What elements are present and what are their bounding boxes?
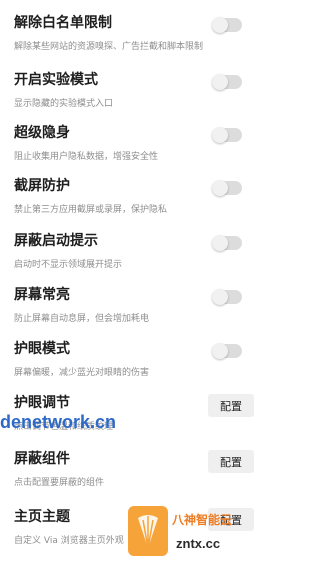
setting-title: 护眼调节 [14,395,70,411]
toggle-knob [212,343,228,359]
watermark-text-left: denetwork.cn [0,412,117,432]
setting-title: 超级隐身 [14,125,70,141]
watermark-brand-text: 八神智能云 [172,513,233,527]
setting-description: 启动时不显示领域展开提示 [14,260,123,270]
setting-screenshot-protection[interactable]: 截屏防护 禁止第三方应用截屏或录屏，保护隐私 [0,177,269,231]
setting-description: 显示隐藏的实验模式入口 [14,99,114,109]
config-button[interactable]: 配置 [208,450,254,473]
setting-super-stealth[interactable]: 超级隐身 阻止收集用户隐私数据，增强安全性 [0,124,269,178]
setting-hide-startup-tip[interactable]: 屏蔽启动提示 启动时不显示领域展开提示 [0,232,269,286]
setting-keep-screen-on[interactable]: 屏幕常亮 防止屏幕自动息屏，但会增加耗电 [0,286,269,340]
toggle-knob [212,180,228,196]
setting-experimental-mode[interactable]: 开启实验模式 显示隐藏的实验模式入口 [0,71,269,125]
setting-description: 防止屏幕自动息屏，但会增加耗电 [14,314,150,324]
setting-description: 屏幕偏暖，减少蓝光对眼睛的伤害 [14,368,150,378]
settings-list: 解除白名单限制 解除某些网站的资源嗅探、广告拦截和脚本限制 开启实验模式 显示隐… [0,0,269,556]
setting-title: 屏幕常亮 [14,287,70,303]
setting-title: 屏蔽组件 [14,451,70,467]
toggle-switch[interactable] [212,343,242,359]
toggle-switch[interactable] [212,235,242,251]
config-button[interactable]: 配置 [208,394,254,417]
setting-title: 解除白名单限制 [14,15,112,31]
setting-block-components[interactable]: 屏蔽组件 点击配置要屏蔽的组件 配置 [0,450,269,504]
setting-whitelist-unlock[interactable]: 解除白名单限制 解除某些网站的资源嗅探、广告拦截和脚本限制 [0,14,269,68]
setting-description: 阻止收集用户隐私数据，增强安全性 [14,152,159,162]
watermark-domain-text: zntx.cc [176,536,221,551]
watermark-logo-icon [128,506,168,556]
toggle-switch[interactable] [212,17,242,33]
setting-description: 禁止第三方应用截屏或录屏，保护隐私 [14,205,168,215]
setting-description: 解除某些网站的资源嗅探、广告拦截和脚本限制 [14,42,204,52]
setting-title: 护眼模式 [14,341,70,357]
toggle-knob [212,127,228,143]
toggle-knob [212,17,228,33]
setting-description: 自定义 Via 浏览器主页外观 [14,536,124,546]
toggle-knob [212,74,228,90]
toggle-switch[interactable] [212,180,242,196]
setting-title: 截屏防护 [14,178,70,194]
toggle-knob [212,235,228,251]
setting-title: 屏蔽启动提示 [14,233,98,249]
toggle-knob [212,289,228,305]
toggle-switch[interactable] [212,289,242,305]
watermark-logo-group: 八神智能云 zntx.cc [128,506,269,556]
toggle-switch[interactable] [212,74,242,90]
fan-icon [138,515,158,549]
setting-title: 主页主题 [14,509,70,525]
setting-description: 点击配置要屏蔽的组件 [14,478,105,488]
toggle-switch[interactable] [212,127,242,143]
setting-title: 开启实验模式 [14,72,98,88]
setting-eye-protection[interactable]: 护眼模式 屏幕偏暖，减少蓝光对眼睛的伤害 [0,340,269,394]
